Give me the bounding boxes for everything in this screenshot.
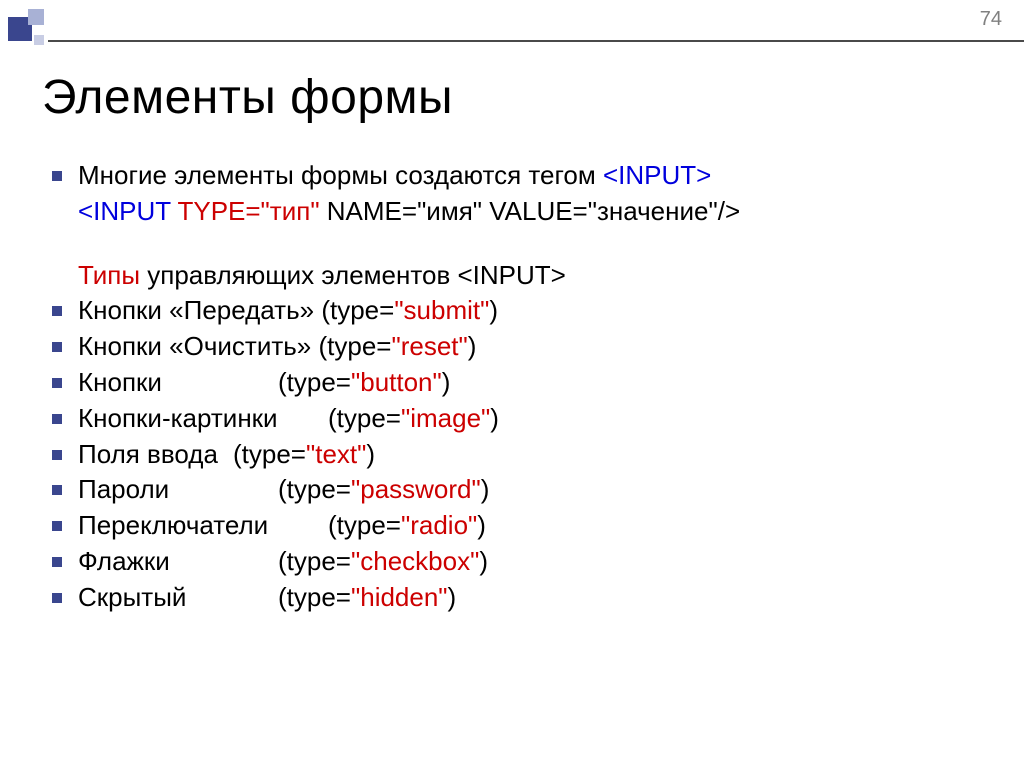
intro-tag: <INPUT>: [603, 160, 711, 190]
syntax-mid: ": [310, 196, 326, 226]
item-type-value: "text": [306, 439, 366, 469]
item-label: Кнопки-картинки: [78, 402, 328, 436]
list-item: Кнопки «Передать» (type="submit"): [42, 294, 994, 328]
item-label: Переключатели: [78, 509, 328, 543]
syntax-name-value: NAME="имя" VALUE="значение"/>: [327, 196, 740, 226]
item-type-word: (type=: [278, 367, 351, 397]
item-type-value: "reset": [392, 331, 468, 361]
syntax-open: <INPUT: [78, 196, 177, 226]
list-item: Флажки(type="checkbox"): [42, 545, 994, 579]
slide-content: Элементы формы Многие элементы формы соз…: [42, 70, 994, 617]
item-type-word: (type=: [278, 474, 351, 504]
item-close: ): [468, 331, 477, 361]
item-label: Пароли: [78, 473, 278, 507]
item-type-word: (type=: [233, 439, 306, 469]
item-close: ): [490, 403, 499, 433]
list-item: Кнопки «Очистить» (type="reset"): [42, 330, 994, 364]
subtitle-line: Типы управляющих элементов <INPUT>: [42, 259, 994, 293]
item-type-word: (type=: [278, 546, 351, 576]
item-close: ): [489, 295, 498, 325]
item-type-value: "image": [401, 403, 490, 433]
item-type-value: "hidden": [351, 582, 448, 612]
item-type-word: (type=: [319, 331, 392, 361]
item-type-value: "radio": [401, 510, 477, 540]
list-item: Пароли(type="password"): [42, 473, 994, 507]
item-label: Флажки: [78, 545, 278, 579]
item-close: ): [479, 546, 488, 576]
list-item: Переключатели(type="radio"): [42, 509, 994, 543]
subtitle-rest: управляющих элементов <INPUT>: [140, 260, 566, 290]
intro-line: Многие элементы формы создаются тегом <I…: [42, 159, 994, 193]
list-item: Скрытый(type="hidden"): [42, 581, 994, 615]
item-close: ): [477, 510, 486, 540]
item-label: Поля ввода: [78, 438, 233, 472]
item-type-word: (type=: [328, 403, 401, 433]
item-label: Кнопки: [78, 366, 278, 400]
item-type-value: "password": [351, 474, 481, 504]
slide-title: Элементы формы: [42, 70, 994, 125]
header-divider: [48, 40, 1024, 42]
item-type-value: "submit": [394, 295, 489, 325]
item-label: Скрытый: [78, 581, 278, 615]
list-item: Кнопки-картинки(type="image"): [42, 402, 994, 436]
item-type-word: (type=: [321, 295, 394, 325]
subtitle-types: Типы: [78, 260, 140, 290]
syntax-attr-type: TYPE=": [177, 196, 269, 226]
item-close: ): [448, 582, 457, 612]
item-close: ): [442, 367, 451, 397]
syntax-attr-type-val: тип: [270, 196, 311, 226]
item-label: Кнопки «Очистить»: [78, 331, 319, 361]
intro-text: Многие элементы формы создаются тегом: [78, 160, 603, 190]
item-type-word: (type=: [278, 582, 351, 612]
list-item: Кнопки(type="button"): [42, 366, 994, 400]
item-type-value: "button": [351, 367, 442, 397]
item-label: Кнопки «Передать»: [78, 295, 321, 325]
syntax-line: <INPUT TYPE="тип" NAME="имя" VALUE="знач…: [42, 195, 994, 229]
list-item: Поля ввода(type="text"): [42, 438, 994, 472]
item-close: ): [366, 439, 375, 469]
item-close: ): [481, 474, 490, 504]
bullet-list: Многие элементы формы создаются тегом <I…: [42, 159, 994, 615]
item-type-value: "checkbox": [351, 546, 479, 576]
item-type-word: (type=: [328, 510, 401, 540]
page-number: 74: [980, 8, 1002, 31]
